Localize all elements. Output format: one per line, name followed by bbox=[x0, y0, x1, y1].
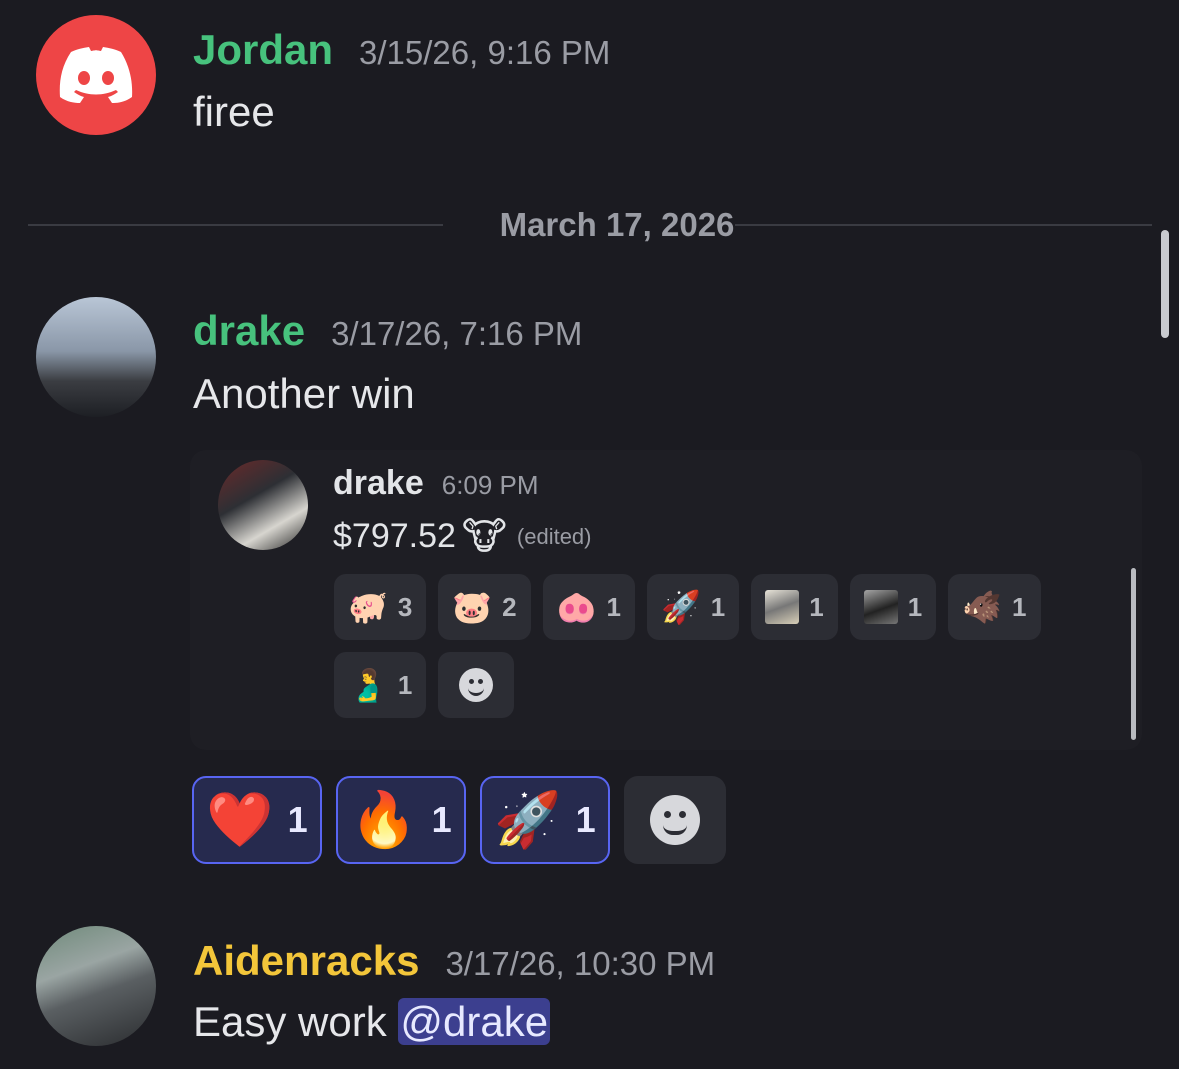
message-text: Another win bbox=[193, 370, 415, 417]
embed-scrollbar[interactable] bbox=[1131, 568, 1136, 740]
fire-icon: 🔥 bbox=[350, 790, 418, 850]
embed-message-text: $797.52 bbox=[333, 517, 456, 555]
pregnant-man-icon: 🫃 bbox=[348, 667, 388, 703]
reaction-pig-face[interactable]: 🐷 2 bbox=[438, 574, 531, 640]
avatar[interactable] bbox=[36, 15, 156, 135]
add-reaction-button[interactable] bbox=[438, 652, 515, 718]
reaction-count: 1 bbox=[907, 591, 923, 622]
avatar[interactable] bbox=[36, 926, 156, 1046]
message-reactions: ❤️ 1 🔥 1 🚀 1 bbox=[192, 776, 726, 864]
rocket-icon: 🚀 bbox=[660, 589, 701, 625]
reaction-count: 1 bbox=[710, 591, 726, 622]
reaction-count: 1 bbox=[809, 591, 824, 622]
user-mention[interactable]: @drake bbox=[398, 998, 551, 1045]
cow-emoji-icon: 🐮 bbox=[461, 516, 507, 558]
embed-author-name[interactable]: drake bbox=[333, 464, 424, 503]
discord-logo-icon bbox=[59, 47, 133, 103]
author-name[interactable]: drake bbox=[193, 307, 305, 355]
reaction-count: 3 bbox=[397, 591, 413, 622]
reaction-count: 1 bbox=[287, 799, 308, 840]
reaction-heart[interactable]: ❤️ 1 bbox=[192, 776, 322, 864]
reaction-boar[interactable]: 🐗 1 bbox=[948, 574, 1041, 640]
date-divider-label: March 17, 2026 bbox=[499, 206, 735, 243]
pig-face-icon: 🐷 bbox=[452, 589, 493, 625]
heart-icon: ❤️ bbox=[206, 790, 274, 850]
smiley-icon bbox=[650, 795, 700, 845]
reaction-custom-horse[interactable]: 1 bbox=[849, 574, 937, 640]
custom-horse-emoji-icon bbox=[863, 590, 898, 624]
timestamp: 3/17/26, 7:16 PM bbox=[331, 315, 583, 352]
author-name[interactable]: Aidenracks bbox=[193, 937, 419, 985]
reaction-count: 1 bbox=[431, 799, 452, 840]
boar-icon: 🐗 bbox=[962, 589, 1003, 625]
forwarded-message-embed[interactable]: drake 6:09 PM $797.52 🐮 (edited) 🐖 3 🐷 2… bbox=[190, 450, 1142, 750]
pig-nose-icon: 🐽 bbox=[556, 589, 597, 625]
reaction-fire[interactable]: 🔥 1 bbox=[336, 776, 466, 864]
reaction-count: 2 bbox=[502, 591, 517, 622]
date-divider: March 17, 2026 bbox=[28, 206, 1152, 243]
reaction-count: 1 bbox=[606, 591, 621, 622]
avatar[interactable] bbox=[218, 460, 308, 550]
smiley-icon bbox=[459, 668, 494, 702]
embed-reactions-row: 🐖 3 🐷 2 🐽 1 🚀 1 1 1 🐗 1 bbox=[334, 574, 1041, 640]
edited-label: (edited) bbox=[516, 523, 592, 549]
embed-timestamp: 6:09 PM bbox=[441, 470, 539, 500]
add-reaction-button[interactable] bbox=[624, 776, 726, 864]
message-text: Easy work @drake bbox=[193, 998, 551, 1046]
scrollbar[interactable] bbox=[1161, 230, 1169, 338]
reaction-pig[interactable]: 🐖 3 bbox=[334, 574, 427, 640]
reaction-pregnant-man[interactable]: 🫃 1 bbox=[334, 652, 427, 718]
reaction-count: 1 bbox=[575, 799, 596, 840]
message-text-body: Easy work bbox=[193, 998, 399, 1045]
timestamp: 3/15/26, 9:16 PM bbox=[359, 34, 611, 71]
avatar[interactable] bbox=[36, 297, 156, 417]
reaction-count: 1 bbox=[1012, 591, 1027, 622]
author-name[interactable]: Jordan bbox=[193, 26, 333, 74]
reaction-count: 1 bbox=[397, 669, 413, 700]
reaction-rocket[interactable]: 🚀 1 bbox=[646, 574, 740, 640]
reaction-custom-photo[interactable]: 1 bbox=[751, 574, 838, 640]
reaction-pig-nose[interactable]: 🐽 1 bbox=[542, 574, 635, 640]
reaction-rocket[interactable]: 🚀 1 bbox=[480, 776, 610, 864]
timestamp: 3/17/26, 10:30 PM bbox=[445, 945, 716, 982]
message-text: firee bbox=[193, 88, 275, 135]
rocket-icon: 🚀 bbox=[494, 790, 562, 850]
embed-reactions-row-2: 🫃 1 bbox=[334, 652, 515, 718]
pig-icon: 🐖 bbox=[348, 589, 388, 625]
custom-photo-emoji-icon bbox=[765, 590, 800, 624]
